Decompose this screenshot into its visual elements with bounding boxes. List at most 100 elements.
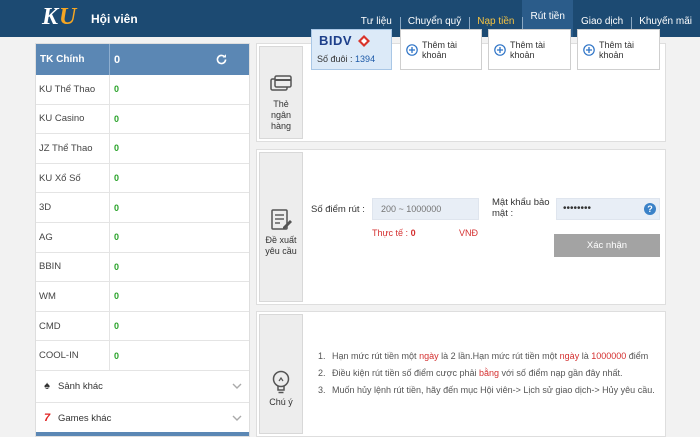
add-account-label: Thêm tài khoản — [599, 39, 635, 60]
tab-label: Đề xuất yêu cầu — [265, 235, 297, 256]
suffix-value: 1394 — [355, 54, 376, 64]
add-account-label: Thêm tài khoản — [510, 39, 546, 60]
account-label: 3D — [36, 193, 110, 222]
account-row: JZ Thể Thao 0 — [36, 134, 249, 164]
tab-notes: Chú ý — [259, 314, 303, 434]
account-label: COOL-IN — [36, 341, 110, 370]
group-sanh-khac[interactable]: ♠ Sảnh khác — [36, 371, 249, 403]
tab-label: Thẻ ngân hàng — [270, 99, 292, 131]
bank-card-bidv[interactable]: BIDV Số đuôi : 1394 — [311, 29, 392, 70]
form-edit-icon — [271, 209, 292, 230]
sidebar-bottom-bar — [36, 432, 249, 436]
account-balance: 0 — [114, 202, 120, 213]
bidv-logo-icon — [358, 35, 370, 47]
amount-label: Số điểm rút : — [311, 204, 365, 215]
logo-letter-k: K — [42, 4, 59, 30]
account-label: KU Casino — [36, 104, 110, 134]
password-label: Mật khẩu bảo mật : — [492, 197, 550, 219]
plus-circle-icon — [406, 43, 418, 56]
note-highlight: ngày — [419, 351, 439, 361]
note-text: Muốn hủy lệnh rút tiền, hãy đến mục Hội … — [332, 385, 655, 395]
account-row: AG 0 — [36, 222, 249, 253]
seven-icon: 7 — [43, 412, 51, 425]
ku-logo[interactable]: K U — [42, 4, 82, 32]
account-row: 3D 0 — [36, 193, 249, 223]
chevron-down-icon — [232, 383, 242, 389]
note-text: điểm — [626, 351, 649, 361]
account-label: KU Xổ Số — [36, 163, 110, 193]
group-label: Sảnh khác — [58, 380, 103, 392]
note-highlight: bằng — [479, 368, 500, 378]
account-label: CMD — [36, 311, 110, 341]
note-text: Điều kiện rút tiền số điểm cược phải — [332, 368, 479, 378]
note-highlight: 1000000 — [591, 351, 627, 361]
account-balance: 0 — [114, 113, 120, 124]
logo-letter-u: U — [59, 4, 77, 30]
account-row: BBIN 0 — [36, 252, 249, 283]
note-text: Hạn mức rút tiền một — [332, 351, 420, 361]
add-account-button[interactable]: Thêm tài khoản — [577, 29, 660, 70]
note-text: với số điểm nạp gần đây nhất. — [499, 368, 623, 378]
page-title: Hội viên — [91, 12, 138, 26]
account-balance: 0 — [114, 84, 120, 95]
actual-value: 0 — [410, 228, 416, 238]
group-label: Games khác — [58, 412, 112, 424]
note-number: 3. — [318, 385, 326, 395]
svg-text:?: ? — [647, 204, 653, 214]
group-games-khac[interactable]: 7 Games khác — [36, 403, 249, 435]
note-number: 2. — [318, 368, 326, 378]
note-number: 1. — [318, 351, 326, 361]
tab-withdraw-request: Đề xuất yêu cầu — [259, 152, 303, 302]
account-row: KU Casino 0 — [36, 104, 249, 135]
note-text: là 2 lần.Hạn mức rút tiền một — [438, 351, 560, 361]
plus-circle-icon — [494, 43, 506, 56]
account-balance: 0 — [114, 350, 120, 361]
account-balance: 0 — [114, 232, 120, 243]
actual-amount: Thực tế : 0 — [372, 228, 416, 238]
note-text: là — [579, 351, 592, 361]
account-row: CMD 0 — [36, 311, 249, 342]
add-account-button[interactable]: Thêm tài khoản — [400, 29, 482, 70]
plus-circle-icon — [583, 43, 595, 56]
account-label: AG — [36, 222, 110, 252]
main-account-row: TK Chính 0 — [36, 44, 249, 75]
account-label: KU Thể Thao — [36, 75, 110, 104]
account-label: WM — [36, 282, 110, 311]
note-item: 3. Muốn hủy lệnh rút tiền, hãy đến mục H… — [318, 384, 658, 396]
main-account-label: TK Chính — [36, 44, 110, 75]
suffix-label: Số đuôi : — [317, 54, 353, 64]
account-label: BBIN — [36, 252, 110, 282]
withdraw-request-panel: Đề xuất yêu cầu — [256, 149, 666, 305]
account-balance: 0 — [114, 173, 120, 184]
confirm-button[interactable]: Xác nhận — [554, 234, 660, 257]
bank-card-icon — [270, 75, 292, 91]
note-item: 2. Điều kiện rút tiền số điểm cược phải … — [318, 367, 658, 379]
add-account-button[interactable]: Thêm tài khoản — [488, 29, 571, 70]
wallet-sidebar: TK Chính 0 KU Thể Thao 0 KU Casino 0 JZ Thể … — [35, 43, 250, 437]
account-label: JZ Thể Thao — [36, 134, 110, 163]
account-suffix: Số đuôi : 1394 — [317, 54, 375, 64]
currency-label: VNĐ — [459, 228, 479, 238]
account-row: COOL-IN 0 — [36, 341, 249, 371]
note-item: 1. Hạn mức rút tiền một ngày là 2 lần.Hạ… — [318, 350, 658, 362]
add-account-label: Thêm tài khoản — [422, 39, 458, 60]
account-list: KU Thể Thao 0 KU Casino 0 JZ Thể Thao 0 KU Xổ … — [36, 75, 249, 371]
main-account-balance: 0 — [114, 53, 121, 66]
account-balance: 0 — [114, 321, 120, 332]
bank-name: BIDV — [319, 33, 353, 48]
refresh-icon[interactable] — [215, 53, 228, 66]
spade-icon: ♠ — [44, 380, 50, 393]
account-balance: 0 — [114, 291, 120, 302]
account-row: KU Thể Thao 0 — [36, 75, 249, 105]
account-balance: 0 — [114, 261, 120, 272]
account-balance: 0 — [114, 143, 120, 154]
help-icon[interactable]: ? — [644, 203, 656, 215]
note-highlight: ngày — [559, 351, 580, 361]
actual-label: Thực tế : — [372, 228, 409, 238]
account-row: WM 0 — [36, 282, 249, 312]
tab-bank-card: Thẻ ngân hàng — [259, 46, 303, 139]
account-row: KU Xổ Số 0 — [36, 163, 249, 194]
tab-label: Chú ý — [269, 397, 293, 407]
withdraw-amount-input[interactable] — [372, 198, 479, 220]
lightbulb-icon — [272, 370, 290, 394]
